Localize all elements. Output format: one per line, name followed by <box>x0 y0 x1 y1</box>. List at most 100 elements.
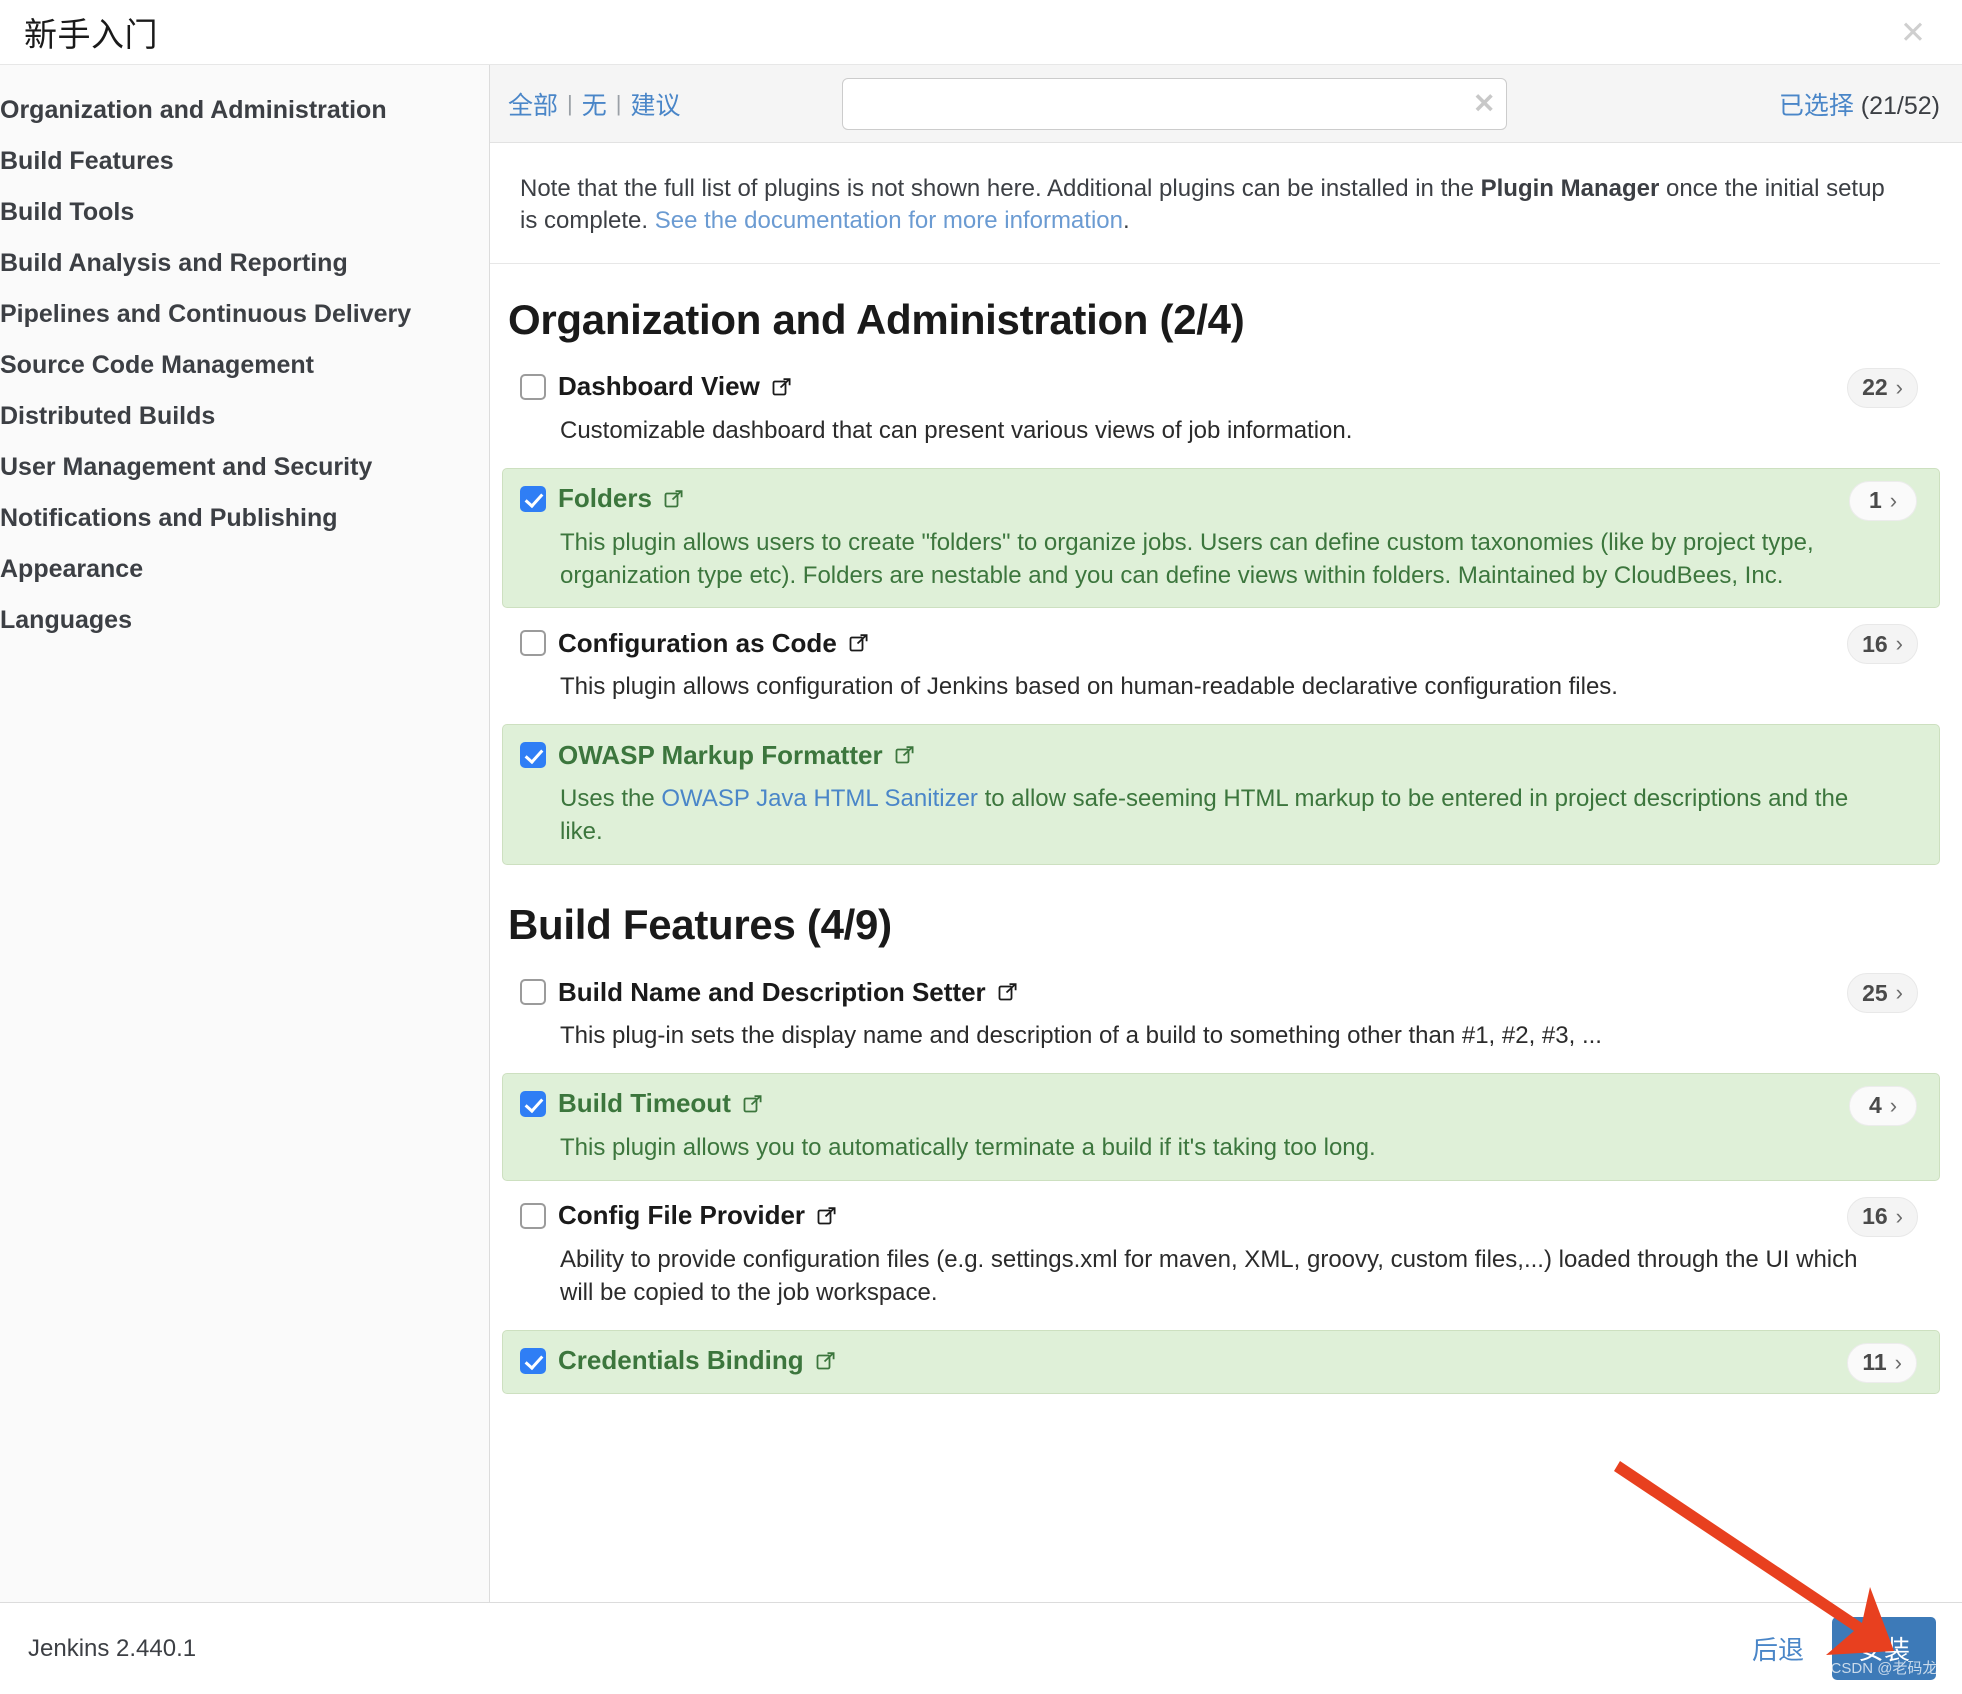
plugin-note: Note that the full list of plugins is no… <box>490 143 1940 264</box>
sidebar-item-label: User Management and Security <box>0 453 373 481</box>
plugin-name[interactable]: OWASP Markup Formatter <box>558 740 883 771</box>
sidebar-item-label: Build Features <box>0 147 174 175</box>
plugin-description: This plugin allows configuration of Jenk… <box>560 673 1618 701</box>
plugin-description: This plug-in sets the display name and d… <box>560 1022 1602 1050</box>
page-title: 新手入门 <box>24 16 158 53</box>
sidebar-item-label: Build Tools <box>0 198 135 226</box>
sidebar-item-label: Distributed Builds <box>0 402 216 430</box>
clear-icon[interactable]: ✕ <box>1473 90 1496 117</box>
section-title-organization: Organization and Administration (2/4) <box>508 295 1245 343</box>
owasp-sanitizer-link[interactable]: OWASP Java HTML Sanitizer <box>661 785 978 812</box>
documentation-link[interactable]: See the documentation for more informati… <box>655 207 1123 234</box>
plugin-row-owasp-markup-formatter[interactable]: OWASP Markup Formatter Uses the OWASP Ja… <box>502 724 1940 866</box>
plugin-name[interactable]: Folders <box>558 483 652 514</box>
badge-count: 11 <box>1862 1349 1887 1376</box>
plugin-dependency-badge[interactable]: 4 › <box>1849 1085 1917 1126</box>
plugin-row-config-file-provider[interactable]: Config File Provider Ability to provide … <box>502 1185 1940 1326</box>
plugin-checkbox[interactable] <box>520 1347 546 1374</box>
close-icon[interactable]: ✕ <box>1894 13 1932 51</box>
plugin-dependency-badge[interactable]: 25 › <box>1847 973 1918 1014</box>
sidebar-item-build-features[interactable]: Build Features <box>0 136 489 187</box>
install-button[interactable]: 安装 CSDN @老码龙 <box>1831 1617 1937 1680</box>
plugin-dependency-badge[interactable]: 22 › <box>1847 367 1918 408</box>
sidebar-item-languages[interactable]: Languages <box>0 595 489 646</box>
selected-label[interactable]: 已选择 <box>1779 92 1854 120</box>
plugin-row-configuration-as-code[interactable]: Configuration as Code This plugin allows… <box>502 612 1940 720</box>
plugin-name[interactable]: Config File Provider <box>558 1200 805 1231</box>
category-sidebar: Organization and Administration Build Fe… <box>0 65 490 1602</box>
external-link-icon[interactable] <box>772 377 792 397</box>
back-button[interactable]: 后退 <box>1752 1630 1804 1667</box>
sidebar-item-label: Languages <box>0 606 132 634</box>
sidebar-item-user-management-and-security[interactable]: User Management and Security <box>0 442 489 493</box>
plugin-name[interactable]: Configuration as Code <box>558 628 837 659</box>
external-link-icon[interactable] <box>849 633 869 653</box>
note-bold: Plugin Manager <box>1480 175 1660 202</box>
footer-actions: 后退 安装 CSDN @老码龙 <box>1752 1617 1937 1680</box>
plugin-name[interactable]: Dashboard View <box>558 371 760 402</box>
plugin-checkbox[interactable] <box>520 485 546 512</box>
filter-all-link[interactable]: 全部 <box>508 86 558 122</box>
selected-counter: 已选择 (21/52) <box>1779 86 1940 122</box>
plugin-header: Build Name and Description Setter <box>520 975 1918 1009</box>
sidebar-item-appearance[interactable]: Appearance <box>0 544 489 595</box>
sidebar-item-distributed-builds[interactable]: Distributed Builds <box>0 391 489 442</box>
plugin-checkbox[interactable] <box>520 630 546 657</box>
search-input[interactable] <box>842 77 1508 130</box>
plugin-header: OWASP Markup Formatter <box>520 738 1918 772</box>
badge-count: 16 <box>1862 630 1888 657</box>
sidebar-item-notifications-and-publishing[interactable]: Notifications and Publishing <box>0 493 489 544</box>
sidebar-item-label: Notifications and Publishing <box>0 504 338 532</box>
external-link-icon[interactable] <box>664 489 684 509</box>
plugin-list-scroll[interactable]: Note that the full list of plugins is no… <box>490 143 1962 1602</box>
filter-none-link[interactable]: 无 <box>582 86 607 122</box>
plugin-toolbar: 全部 | 无 | 建议 ✕ 已选择 (21/52) <box>490 65 1962 143</box>
sidebar-item-build-analysis-and-reporting[interactable]: Build Analysis and Reporting <box>0 238 489 289</box>
plugin-checkbox[interactable] <box>520 742 546 769</box>
chevron-right-icon: › <box>1894 1349 1902 1375</box>
sidebar-item-source-code-management[interactable]: Source Code Management <box>0 340 489 391</box>
external-link-icon[interactable] <box>816 1351 836 1371</box>
plugin-checkbox[interactable] <box>520 373 546 400</box>
sidebar-item-label: Organization and Administration <box>0 96 387 124</box>
sidebar-item-label: Appearance <box>0 555 144 583</box>
plugin-row-credentials-binding[interactable]: Credentials Binding 11 › <box>502 1329 1940 1394</box>
setup-wizard-window: 新手入门 ✕ Organization and Administration B… <box>0 0 1962 1694</box>
plugin-checkbox[interactable] <box>520 1090 546 1117</box>
filter-suggested-link[interactable]: 建议 <box>630 86 680 122</box>
plugin-row-build-timeout[interactable]: Build Timeout This plugin allows you to … <box>502 1072 1940 1181</box>
plugin-description: This plugin allows users to create "fold… <box>560 528 1814 589</box>
plugin-header: Build Timeout <box>520 1087 1918 1121</box>
sidebar-item-label: Pipelines and Continuous Delivery <box>0 300 412 328</box>
external-link-icon[interactable] <box>998 982 1018 1002</box>
plugin-description: Uses the OWASP Java HTML Sanitizer to al… <box>520 772 1918 849</box>
note-text-3: . <box>1122 206 1130 234</box>
section-title-build-features: Build Features (4/9) <box>508 901 892 949</box>
sidebar-item-build-tools[interactable]: Build Tools <box>0 187 489 238</box>
plugin-name[interactable]: Build Name and Description Setter <box>558 977 986 1008</box>
plugin-name[interactable]: Build Timeout <box>558 1088 731 1119</box>
plugin-row-build-name-and-description-setter[interactable]: Build Name and Description Setter This p… <box>502 961 1940 1069</box>
external-link-icon[interactable] <box>895 745 915 765</box>
plugin-dependency-badge[interactable]: 16 › <box>1847 1196 1918 1237</box>
plugin-header: Credentials Binding <box>520 1344 1918 1378</box>
plugin-checkbox[interactable] <box>520 1202 546 1229</box>
external-link-icon[interactable] <box>817 1206 837 1226</box>
chevron-right-icon: › <box>1889 487 1898 513</box>
plugin-name[interactable]: Credentials Binding <box>558 1345 804 1376</box>
plugin-dependency-badge[interactable]: 1 › <box>1849 480 1917 521</box>
plugin-row-dashboard-view[interactable]: Dashboard View Customizable dashboard th… <box>502 356 1940 464</box>
badge-count: 4 <box>1868 1092 1882 1119</box>
sidebar-item-pipelines-and-continuous-delivery[interactable]: Pipelines and Continuous Delivery <box>0 289 489 340</box>
chevron-right-icon: › <box>1889 1092 1898 1118</box>
plugin-dependency-badge[interactable]: 11 › <box>1847 1342 1917 1383</box>
window-footer: Jenkins 2.440.1 后退 安装 CSDN @老码龙 <box>0 1602 1962 1694</box>
plugin-checkbox[interactable] <box>520 979 546 1006</box>
external-link-icon[interactable] <box>743 1094 763 1114</box>
filter-separator-2: | <box>615 90 622 116</box>
plugin-row-folders[interactable]: Folders This plugin allows users to crea… <box>502 467 1940 609</box>
sidebar-item-organization-and-administration[interactable]: Organization and Administration <box>0 85 489 136</box>
plugin-dependency-badge[interactable]: 16 › <box>1847 624 1918 665</box>
badge-count: 25 <box>1862 979 1888 1006</box>
chevron-right-icon: › <box>1895 1203 1903 1229</box>
